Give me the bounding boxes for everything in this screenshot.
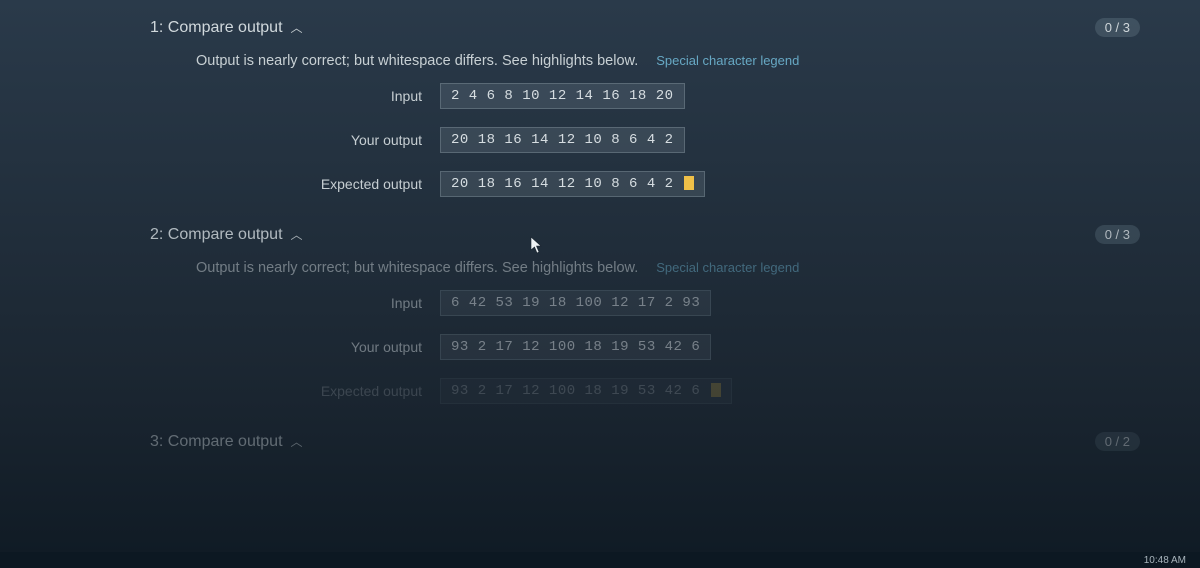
score-badge: 0 / 3: [1095, 18, 1140, 37]
your-output-value: 20 18 16 14 12 10 8 6 4 2: [440, 127, 685, 153]
result-message: Output is nearly correct; but whitespace…: [196, 53, 1140, 69]
result-message: Output is nearly correct; but whitespace…: [196, 260, 1140, 276]
taskbar: 10:48 AM: [0, 552, 1200, 568]
comparison-rows: Input 2 4 6 8 10 12 14 16 18 20 Your out…: [270, 83, 1140, 197]
test-section-3: 3: Compare output ︿ 0 / 2: [150, 432, 1140, 451]
comparison-rows: Input 6 42 53 19 18 100 12 17 2 93 Your …: [270, 290, 1140, 404]
your-output-row: Your output 20 18 16 14 12 10 8 6 4 2: [270, 127, 1140, 153]
legend-link[interactable]: Special character legend: [656, 260, 799, 275]
section-title: 3: Compare output: [150, 433, 283, 451]
section-title: 2: Compare output: [150, 226, 283, 244]
expected-output-row: Expected output 20 18 16 14 12 10 8 6 4 …: [270, 171, 1140, 197]
expected-output-row: Expected output 93 2 17 12 100 18 19 53 …: [270, 378, 1140, 404]
expected-output-label: Expected output: [270, 383, 440, 399]
section-header-1[interactable]: 1: Compare output ︿ 0 / 3: [150, 18, 1140, 37]
chevron-up-icon: ︿: [291, 226, 303, 243]
input-row: Input 6 42 53 19 18 100 12 17 2 93: [270, 290, 1140, 316]
chevron-up-icon: ︿: [291, 19, 303, 36]
expected-output-value: 20 18 16 14 12 10 8 6 4 2: [440, 171, 705, 197]
expected-output-label: Expected output: [270, 176, 440, 192]
score-badge: 0 / 3: [1095, 225, 1140, 244]
input-label: Input: [270, 295, 440, 311]
newline-highlight-icon: [684, 176, 694, 190]
test-section-2: 2: Compare output ︿ 0 / 3 Output is near…: [150, 225, 1140, 404]
your-output-value: 93 2 17 12 100 18 19 53 42 6: [440, 334, 711, 360]
input-value: 6 42 53 19 18 100 12 17 2 93: [440, 290, 711, 316]
test-section-1: 1: Compare output ︿ 0 / 3 Output is near…: [150, 18, 1140, 197]
results-panel: 1: Compare output ︿ 0 / 3 Output is near…: [0, 0, 1200, 451]
section-header-2[interactable]: 2: Compare output ︿ 0 / 3: [150, 225, 1140, 244]
section-title: 1: Compare output: [150, 19, 283, 37]
legend-link[interactable]: Special character legend: [656, 53, 799, 68]
section-header-3[interactable]: 3: Compare output ︿ 0 / 2: [150, 432, 1140, 451]
your-output-label: Your output: [270, 339, 440, 355]
expected-output-value: 93 2 17 12 100 18 19 53 42 6: [440, 378, 732, 404]
your-output-label: Your output: [270, 132, 440, 148]
input-value: 2 4 6 8 10 12 14 16 18 20: [440, 83, 685, 109]
chevron-up-icon: ︿: [291, 433, 303, 450]
clock: 10:48 AM: [1144, 555, 1186, 566]
score-badge: 0 / 2: [1095, 432, 1140, 451]
input-row: Input 2 4 6 8 10 12 14 16 18 20: [270, 83, 1140, 109]
newline-highlight-icon: [711, 383, 721, 397]
your-output-row: Your output 93 2 17 12 100 18 19 53 42 6: [270, 334, 1140, 360]
input-label: Input: [270, 88, 440, 104]
